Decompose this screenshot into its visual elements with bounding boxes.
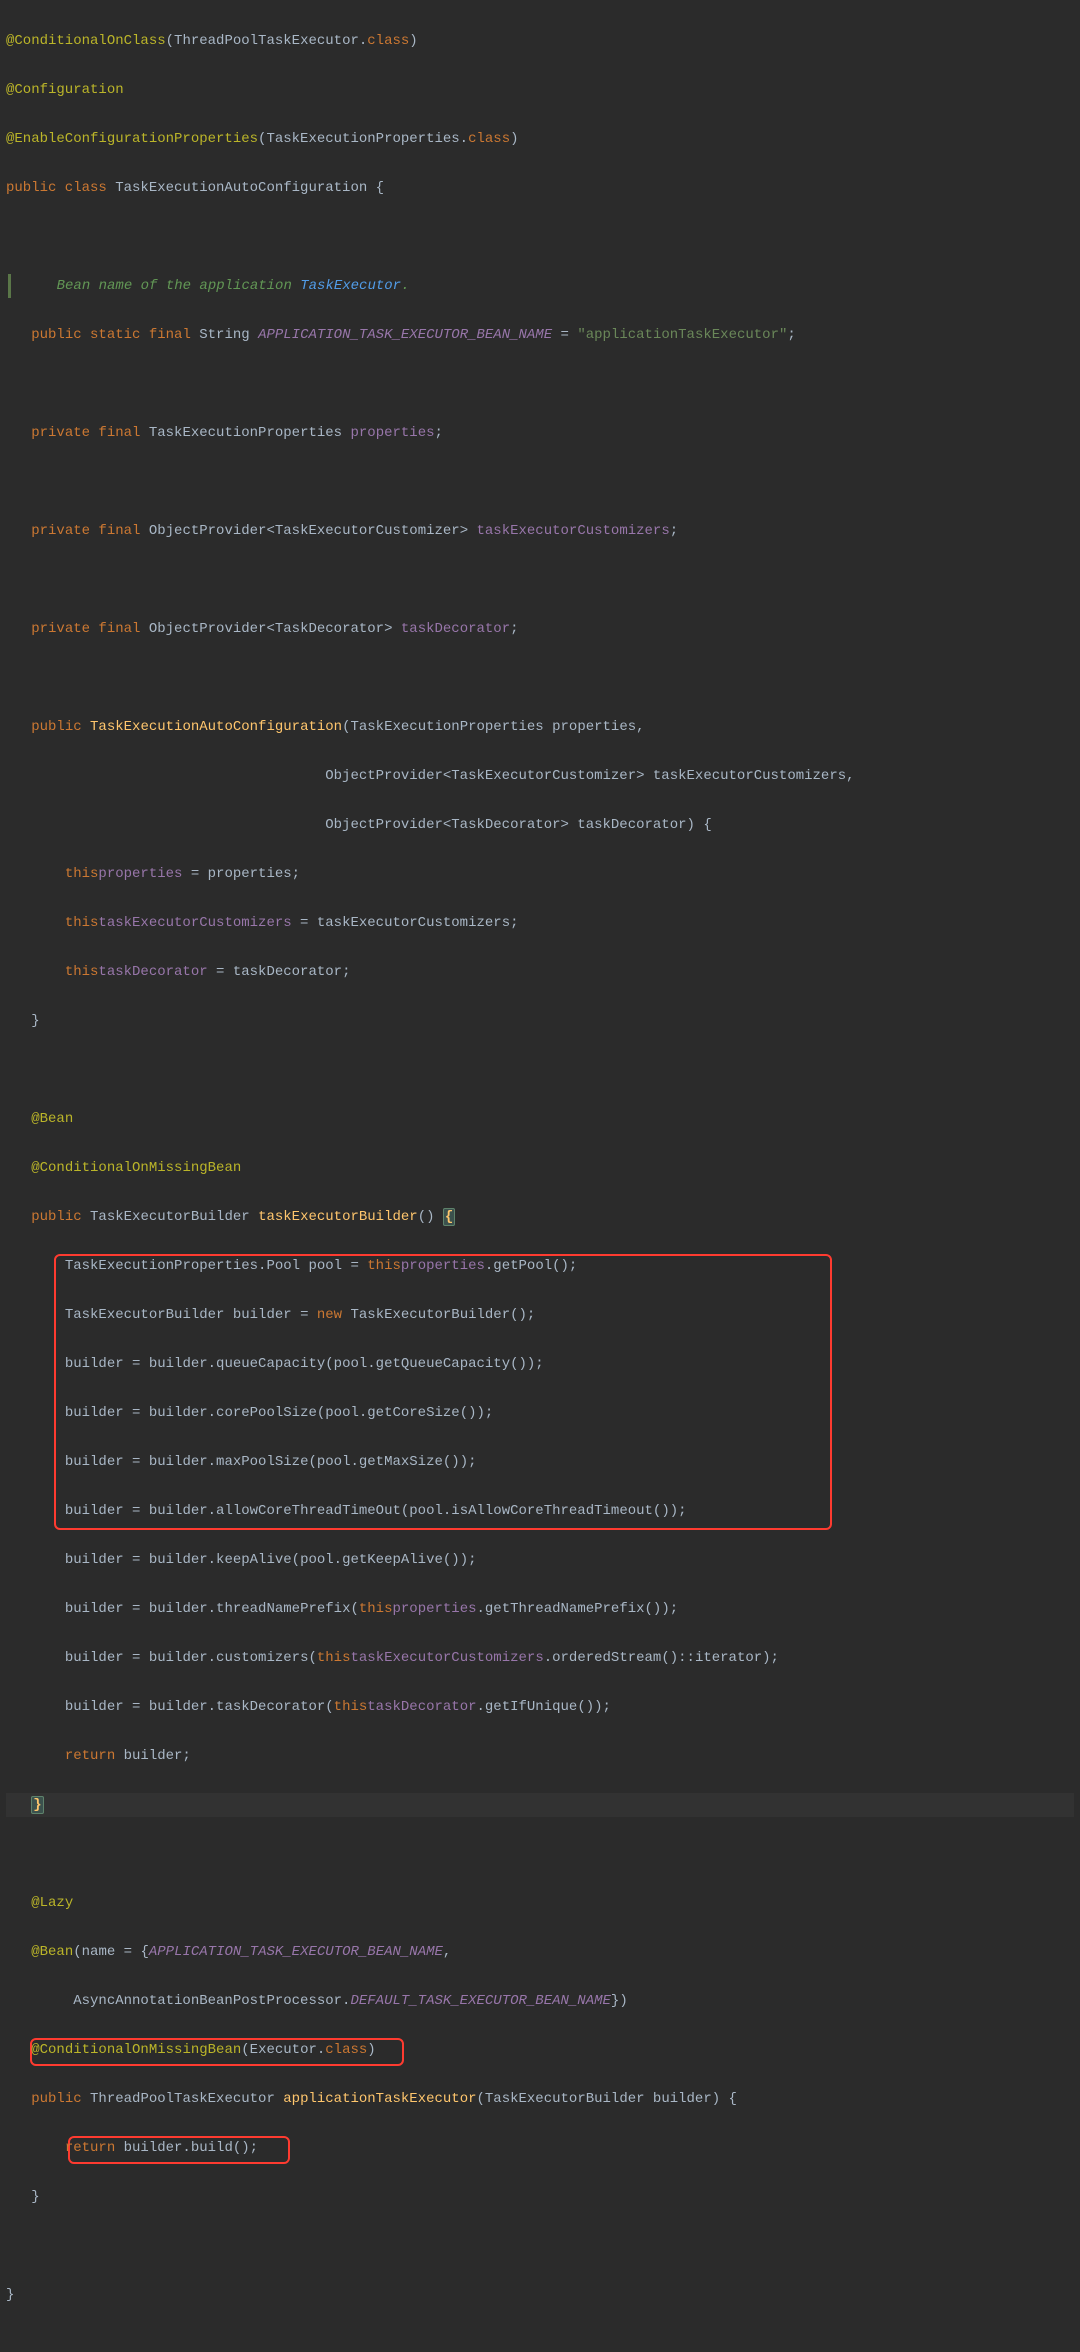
code-line: public TaskExecutionAutoConfiguration(Ta…: [6, 715, 1074, 740]
code-line: builder = builder.customizers(thistaskEx…: [6, 1646, 1074, 1671]
code-line: @Configuration: [6, 78, 1074, 103]
code-line: builder = builder.queueCapacity(pool.get…: [6, 1352, 1074, 1377]
code-line: }: [6, 2185, 1074, 2210]
code-line: TaskExecutionProperties.Pool pool = this…: [6, 1254, 1074, 1279]
code-line: @Bean: [6, 1107, 1074, 1132]
caret-line: }: [6, 1793, 1074, 1818]
code-line: private final ObjectProvider<TaskDecorat…: [6, 617, 1074, 642]
code-line: private final ObjectProvider<TaskExecuto…: [6, 519, 1074, 544]
code-line: public class TaskExecutionAutoConfigurat…: [6, 176, 1074, 201]
code-line: [6, 1058, 1074, 1083]
code-line: ObjectProvider<TaskDecorator> taskDecora…: [6, 813, 1074, 838]
code-line: builder = builder.keepAlive(pool.getKeep…: [6, 1548, 1074, 1573]
code-line: [6, 666, 1074, 691]
code-line: AsyncAnnotationBeanPostProcessor.DEFAULT…: [6, 1989, 1074, 2014]
code-line: @ConditionalOnClass(ThreadPoolTaskExecut…: [6, 29, 1074, 54]
code-line: public static final String APPLICATION_T…: [6, 323, 1074, 348]
code-line: [6, 372, 1074, 397]
code-line: private final TaskExecutionProperties pr…: [6, 421, 1074, 446]
code-line: [6, 470, 1074, 495]
code-line: thistaskExecutorCustomizers = taskExecut…: [6, 911, 1074, 936]
code-line: builder = builder.maxPoolSize(pool.getMa…: [6, 1450, 1074, 1475]
code-line: [6, 1842, 1074, 1867]
code-line: return builder.build();: [6, 2136, 1074, 2161]
annotation-box-icon: [54, 1254, 832, 1530]
code-line: return builder;: [6, 1744, 1074, 1769]
brace-match-icon: }: [31, 1796, 43, 1814]
code-line: thisproperties = properties;: [6, 862, 1074, 887]
code-line: builder = builder.corePoolSize(pool.getC…: [6, 1401, 1074, 1426]
brace-match-icon: {: [443, 1208, 455, 1226]
code-line: [6, 568, 1074, 593]
code-line: builder = builder.threadNamePrefix(thisp…: [6, 1597, 1074, 1622]
code-line: TaskExecutorBuilder builder = new TaskEx…: [6, 1303, 1074, 1328]
code-line: @ConditionalOnMissingBean: [6, 1156, 1074, 1181]
code-line: @Bean(name = {APPLICATION_TASK_EXECUTOR_…: [6, 1940, 1074, 1965]
code-line: builder = builder.taskDecorator(thistask…: [6, 1695, 1074, 1720]
code-line: thistaskDecorator = taskDecorator;: [6, 960, 1074, 985]
code-editor[interactable]: @ConditionalOnClass(ThreadPoolTaskExecut…: [0, 0, 1080, 2352]
code-line: public ThreadPoolTaskExecutor applicatio…: [6, 2087, 1074, 2112]
code-line: @ConditionalOnMissingBean(Executor.class…: [6, 2038, 1074, 2063]
code-line: @Lazy: [6, 1891, 1074, 1916]
code-line: public TaskExecutorBuilder taskExecutorB…: [6, 1205, 1074, 1230]
code-line: ObjectProvider<TaskExecutorCustomizer> t…: [6, 764, 1074, 789]
code-line: @EnableConfigurationProperties(TaskExecu…: [6, 127, 1074, 152]
code-line: [6, 225, 1074, 250]
code-line: }: [6, 2283, 1074, 2308]
javadoc-line: Bean name of the application TaskExecuto…: [8, 274, 1074, 299]
code-line: [6, 2234, 1074, 2259]
code-line: }: [6, 1009, 1074, 1034]
code-line: builder = builder.allowCoreThreadTimeOut…: [6, 1499, 1074, 1524]
